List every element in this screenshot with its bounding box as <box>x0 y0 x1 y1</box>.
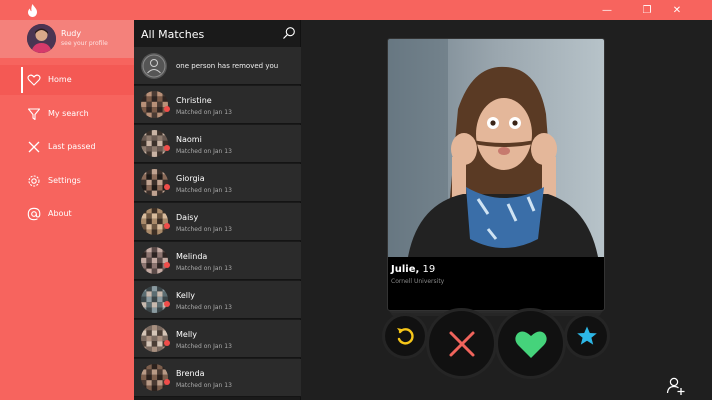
nav-label: Home <box>48 75 72 84</box>
close-icon <box>449 331 474 356</box>
main-area: Julie, 19 Cornell University <box>301 20 712 400</box>
match-avatar <box>141 364 168 391</box>
match-avatar <box>141 325 168 352</box>
rewind-icon <box>397 328 414 345</box>
avatar <box>27 24 56 53</box>
profile-subtitle: see your profile <box>61 40 108 47</box>
match-row[interactable]: Christine Matched on Jan 13 <box>134 86 301 124</box>
new-match-dot <box>164 223 170 229</box>
match-avatar <box>141 247 168 274</box>
title-bar: — ❐ ✕ <box>0 0 712 20</box>
profile-name: Rudy <box>61 29 82 38</box>
side-menu: Rudy see your profile Home My search Las… <box>0 20 134 400</box>
card-stack-edge <box>391 313 601 316</box>
match-name: Brenda <box>176 369 205 378</box>
match-date: Matched on Jan 13 <box>176 343 232 350</box>
removed-notice-text: one person has removed you <box>176 62 279 70</box>
match-avatar <box>141 130 168 157</box>
match-name: Daisy <box>176 213 199 222</box>
cross-icon <box>28 141 40 153</box>
new-match-dot <box>164 184 170 190</box>
gear-icon <box>28 175 40 187</box>
nav-label: About <box>48 209 72 218</box>
match-date: Matched on Jan 13 <box>176 265 232 272</box>
heart-outline-icon <box>27 74 41 86</box>
match-avatar <box>141 91 168 118</box>
matches-header: All Matches <box>134 20 301 47</box>
match-avatar <box>141 286 168 313</box>
match-name: Kelly <box>176 291 195 300</box>
app-window: — ❐ ✕ Rudy see your profile Home My sear… <box>0 0 712 400</box>
profile-link[interactable]: Rudy see your profile <box>0 20 134 58</box>
nav-item-about[interactable]: About <box>0 199 134 229</box>
restore-button[interactable]: ❐ <box>632 0 662 20</box>
match-avatar <box>141 208 168 235</box>
new-match-dot <box>164 379 170 385</box>
anonymous-avatar <box>141 53 167 79</box>
nav-item-settings[interactable]: Settings <box>0 166 134 196</box>
page-title: All Matches <box>141 28 205 41</box>
match-date: Matched on Jan 13 <box>176 109 232 116</box>
match-name: Melly <box>176 330 198 339</box>
rewind-button[interactable] <box>385 316 425 356</box>
nav-item-last-passed[interactable]: Last passed <box>0 132 134 162</box>
nope-button[interactable] <box>429 311 494 376</box>
search-icon[interactable] <box>282 26 296 40</box>
match-date: Matched on Jan 13 <box>176 304 232 311</box>
match-name: Naomi <box>176 135 202 144</box>
nav-label: Last passed <box>48 142 96 151</box>
superlike-button[interactable] <box>567 316 607 356</box>
match-row[interactable]: Melinda Matched on Jan 13 <box>134 242 301 280</box>
match-row[interactable]: Kelly Matched on Jan 13 <box>134 281 301 319</box>
active-indicator <box>21 67 23 93</box>
filter-icon <box>27 108 41 121</box>
match-date: Matched on Jan 13 <box>176 187 232 194</box>
match-row[interactable]: Daisy Matched on Jan 13 <box>134 203 301 241</box>
minimize-button[interactable]: — <box>592 0 622 20</box>
nav-label: My search <box>48 109 89 118</box>
match-avatar <box>141 169 168 196</box>
match-row[interactable]: Naomi Matched on Jan 13 <box>134 125 301 163</box>
at-icon <box>27 207 41 221</box>
profile-photo <box>388 39 604 257</box>
nav-item-home[interactable]: Home <box>0 65 134 95</box>
match-date: Matched on Jan 13 <box>176 226 232 233</box>
like-button[interactable] <box>498 311 563 376</box>
new-match-dot <box>164 262 170 268</box>
new-match-dot <box>164 106 170 112</box>
removed-notice-row[interactable]: one person has removed you <box>134 47 301 85</box>
match-name: Melinda <box>176 252 208 261</box>
matches-panel: All Matches one person has removed you C… <box>134 20 301 400</box>
add-user-icon[interactable] <box>666 376 686 396</box>
profile-card[interactable]: Julie, 19 Cornell University <box>387 38 605 311</box>
card-school: Cornell University <box>391 278 445 285</box>
new-match-dot <box>164 340 170 346</box>
match-date: Matched on Jan 13 <box>176 382 232 389</box>
match-name: Giorgia <box>176 174 205 183</box>
new-match-dot <box>164 301 170 307</box>
flame-logo-icon <box>28 4 37 17</box>
match-row[interactable]: Melly Matched on Jan 13 <box>134 320 301 358</box>
card-name: Julie, 19 <box>391 264 436 275</box>
nav-item-my-search[interactable]: My search <box>0 99 134 129</box>
nav-label: Settings <box>48 176 81 185</box>
new-match-dot <box>164 145 170 151</box>
heart-icon <box>514 331 547 358</box>
star-icon <box>577 326 597 345</box>
match-name: Christine <box>176 96 212 105</box>
match-row[interactable]: Giorgia Matched on Jan 13 <box>134 164 301 202</box>
close-button[interactable]: ✕ <box>662 0 692 20</box>
match-date: Matched on Jan 13 <box>176 148 232 155</box>
match-row[interactable]: Brenda Matched on Jan 13 <box>134 359 301 397</box>
person-icon <box>142 54 166 78</box>
